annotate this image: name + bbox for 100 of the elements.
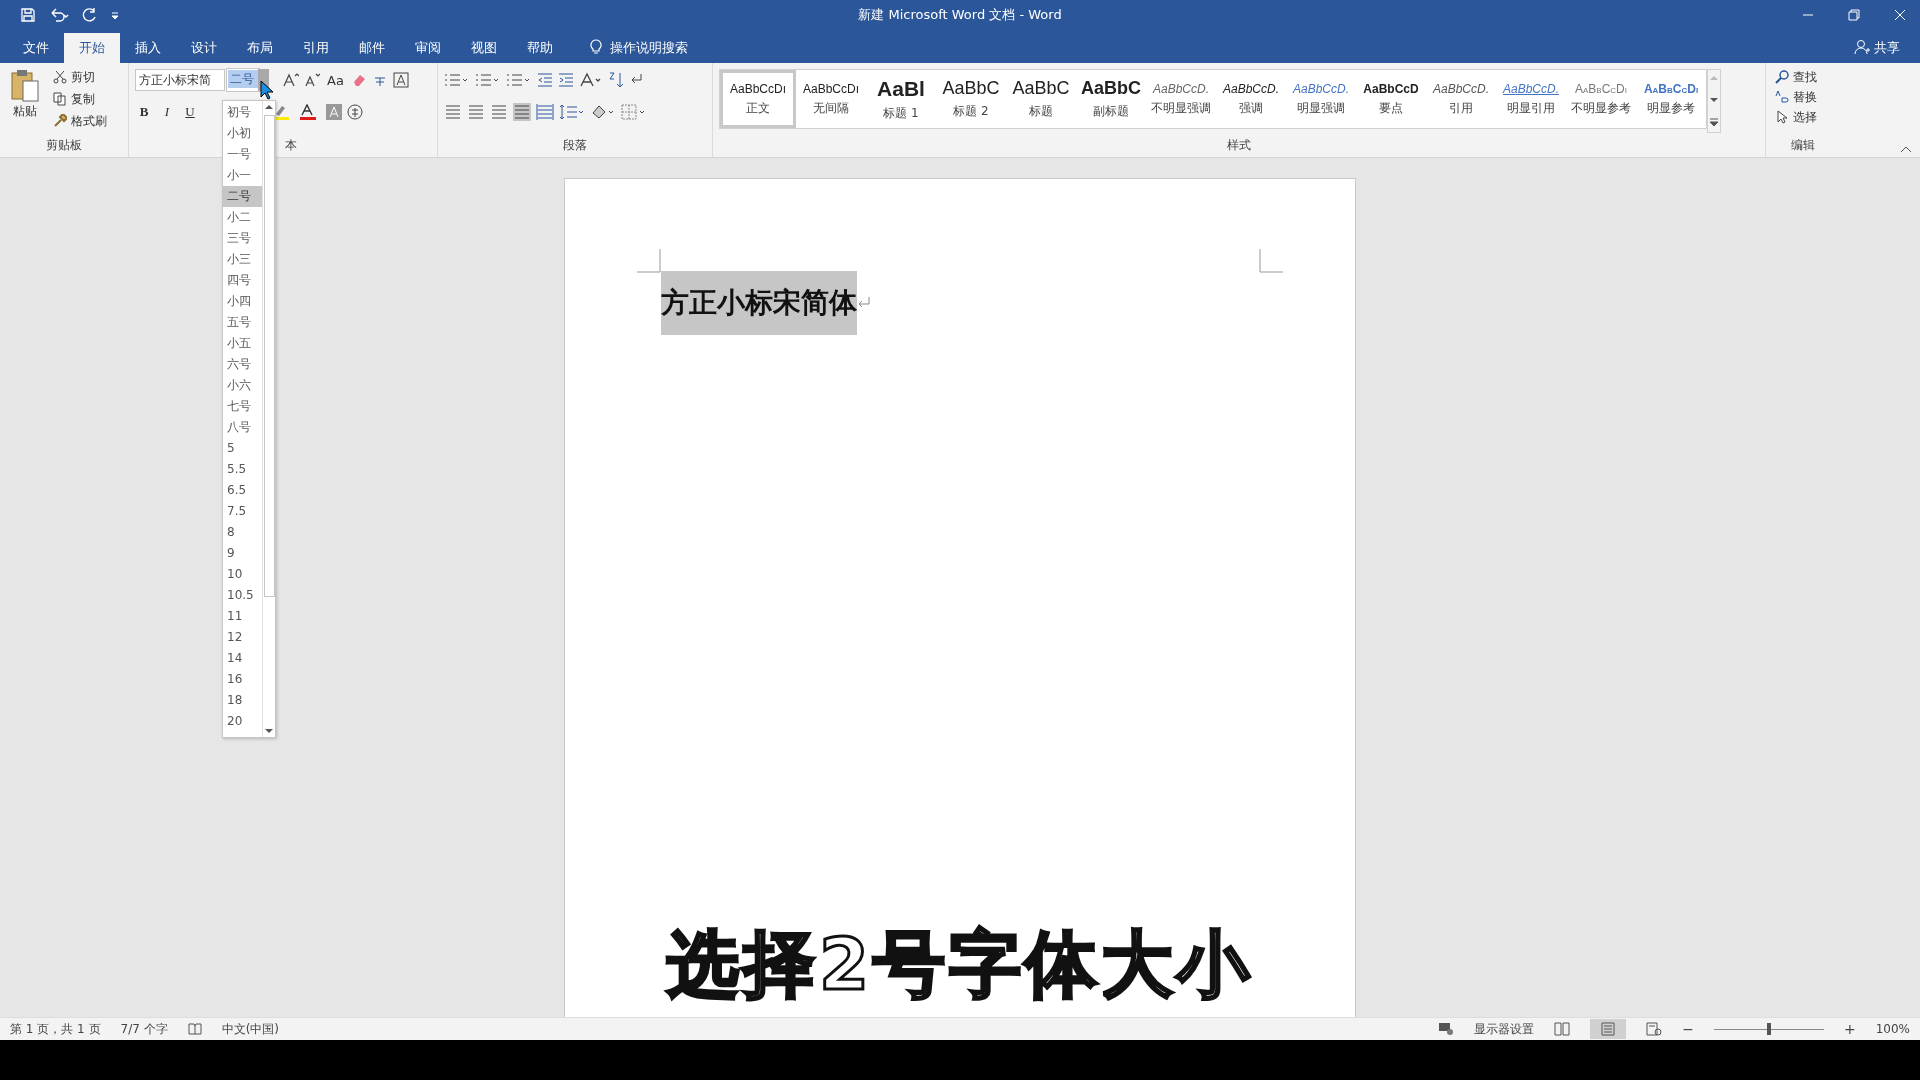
bold-button[interactable]: B — [135, 104, 153, 120]
monitor-icon[interactable] — [1438, 1022, 1455, 1036]
language-indicator[interactable]: 中文(中国) — [221, 1020, 280, 1038]
format-painter-button[interactable]: 格式刷 — [50, 111, 110, 131]
ribbon-tab[interactable]: 文件 — [8, 33, 64, 63]
ribbon-tab[interactable]: 视图 — [456, 33, 512, 63]
font-size-option[interactable]: 10.5 — [223, 585, 262, 606]
ribbon-tab[interactable]: 开始 — [64, 33, 120, 63]
paste-button[interactable]: 粘贴 — [6, 67, 44, 137]
zoom-level[interactable]: 100% — [1875, 1022, 1910, 1036]
style-option[interactable]: AaBbCcDı 不明显参考 — [1566, 70, 1636, 128]
style-option[interactable]: AaBbC 副标题 — [1076, 70, 1146, 128]
web-layout-icon[interactable] — [1646, 1022, 1663, 1036]
ribbon-tab[interactable]: 插入 — [120, 33, 176, 63]
font-size-field[interactable]: 二号 — [226, 68, 260, 92]
font-size-option[interactable]: 小初 — [223, 123, 262, 144]
change-case-button[interactable]: Aa — [325, 72, 346, 88]
read-mode-icon[interactable] — [1554, 1022, 1571, 1036]
find-button[interactable]: 查找 — [1772, 67, 1834, 87]
font-size-option[interactable]: 六号 — [223, 354, 262, 375]
cut-button[interactable]: 剪切 — [50, 67, 110, 87]
character-shading-icon[interactable] — [326, 104, 342, 120]
font-size-option[interactable]: 三号 — [223, 228, 262, 249]
style-option[interactable]: AaBbCcDı 无间隔 — [796, 70, 866, 128]
group-label: 样式 — [1226, 137, 1252, 154]
shading-icon[interactable] — [590, 104, 616, 120]
font-size-option[interactable]: 14 — [223, 648, 262, 669]
sort-icon[interactable] — [608, 72, 624, 88]
font-size-option[interactable]: 8 — [223, 522, 262, 543]
font-size-option[interactable]: 小二 — [223, 207, 262, 228]
grow-font-icon[interactable] — [283, 72, 299, 88]
zoom-in-button[interactable]: + — [1843, 1021, 1856, 1037]
font-size-option[interactable]: 18 — [223, 690, 262, 711]
font-size-option[interactable]: 10 — [223, 564, 262, 585]
font-size-option[interactable]: 四号 — [223, 270, 262, 291]
font-size-option[interactable]: 9 — [223, 543, 262, 564]
font-size-option[interactable]: 小五 — [223, 333, 262, 354]
enclosed-character-icon[interactable] — [347, 104, 363, 120]
style-option[interactable]: AaBbC 标题 2 — [936, 70, 1006, 128]
style-option[interactable]: AaBbCcD. 明显强调 — [1286, 70, 1356, 128]
font-size-option[interactable]: 16 — [223, 669, 262, 690]
character-border-icon[interactable] — [392, 72, 409, 88]
font-size-option[interactable]: 五号 — [223, 312, 262, 333]
close-icon[interactable] — [1894, 9, 1906, 21]
ribbon-tab[interactable]: 引用 — [288, 33, 344, 63]
style-option[interactable]: AaBbC 标题 — [1006, 70, 1076, 128]
save-icon[interactable] — [20, 7, 36, 23]
page-count[interactable]: 第 1 页，共 1 页 — [10, 1020, 101, 1038]
font-size-option[interactable]: 初号 — [223, 102, 262, 123]
restore-icon[interactable] — [1848, 9, 1860, 21]
font-size-option[interactable]: 11 — [223, 606, 262, 627]
proofing-icon[interactable] — [187, 1022, 202, 1036]
text-direction-icon[interactable] — [579, 72, 603, 88]
style-option[interactable]: AaBbCcD. 强调 — [1216, 70, 1286, 128]
scissors-icon — [53, 70, 67, 84]
paragraph-mark-icon — [857, 296, 871, 310]
font-size-option[interactable]: 小四 — [223, 291, 262, 312]
word-count[interactable]: 7/7 个字 — [120, 1020, 168, 1038]
redo-icon[interactable] — [82, 7, 98, 23]
italic-button[interactable]: I — [158, 104, 176, 120]
font-size-option[interactable]: 小三 — [223, 249, 262, 270]
font-size-option[interactable]: 小六 — [223, 375, 262, 396]
more-icon[interactable] — [1709, 118, 1719, 128]
display-settings[interactable]: 显示器设置 — [1474, 1020, 1535, 1038]
line-spacing-icon[interactable] — [559, 104, 585, 120]
style-option[interactable]: AaBbCcD. 引用 — [1426, 70, 1496, 128]
select-button[interactable]: 选择 — [1772, 107, 1834, 127]
tell-me-search[interactable]: 操作说明搜索 — [610, 33, 688, 63]
style-option[interactable]: AaBbCcD. 不明显强调 — [1146, 70, 1216, 128]
ribbon-tab[interactable]: 审阅 — [400, 33, 456, 63]
font-size-option[interactable]: 八号 — [223, 417, 262, 438]
scrollbar-thumb[interactable] — [263, 115, 275, 597]
replace-button[interactable]: 替换 — [1772, 87, 1834, 107]
share-button[interactable]: 共享 — [1874, 33, 1900, 63]
font-size-option[interactable]: 6.5 — [223, 480, 262, 501]
collapse-ribbon-icon[interactable] — [1900, 145, 1912, 153]
font-size-option[interactable]: 12 — [223, 627, 262, 648]
font-size-option[interactable]: 一号 — [223, 144, 262, 165]
ribbon-tab[interactable]: 帮助 — [512, 33, 568, 63]
style-option[interactable]: AaBbCcDı 正文 — [720, 70, 796, 128]
font-size-option[interactable]: 小一 — [223, 165, 262, 186]
style-option[interactable]: AaBbCcDı 明显参考 — [1636, 70, 1706, 128]
font-size-option[interactable]: 七号 — [223, 396, 262, 417]
underline-button[interactable]: U — [181, 104, 199, 120]
style-option[interactable]: AaBl 标题 1 — [866, 70, 936, 128]
scroll-down-icon[interactable] — [1709, 96, 1719, 104]
ribbon-tab[interactable]: 设计 — [176, 33, 232, 63]
font-size-option[interactable]: 5.5 — [223, 459, 262, 480]
font-size-option[interactable]: 二号 — [223, 186, 262, 207]
font-size-option[interactable]: 5 — [223, 438, 262, 459]
font-size-option[interactable]: 20 — [223, 711, 262, 732]
style-option[interactable]: AaBbCcD 要点 — [1356, 70, 1426, 128]
font-name-field[interactable]: 方正小标宋简 — [135, 69, 225, 91]
shrink-font-icon[interactable] — [304, 72, 320, 88]
style-option[interactable]: AaBbCcD. 明显引用 — [1496, 70, 1566, 128]
zoom-out-button[interactable]: − — [1682, 1021, 1694, 1037]
ribbon-tab[interactable]: 邮件 — [344, 33, 400, 63]
copy-button[interactable]: 复制 — [50, 89, 110, 109]
ribbon-tab[interactable]: 布局 — [232, 33, 288, 63]
font-size-option[interactable]: 7.5 — [223, 501, 262, 522]
